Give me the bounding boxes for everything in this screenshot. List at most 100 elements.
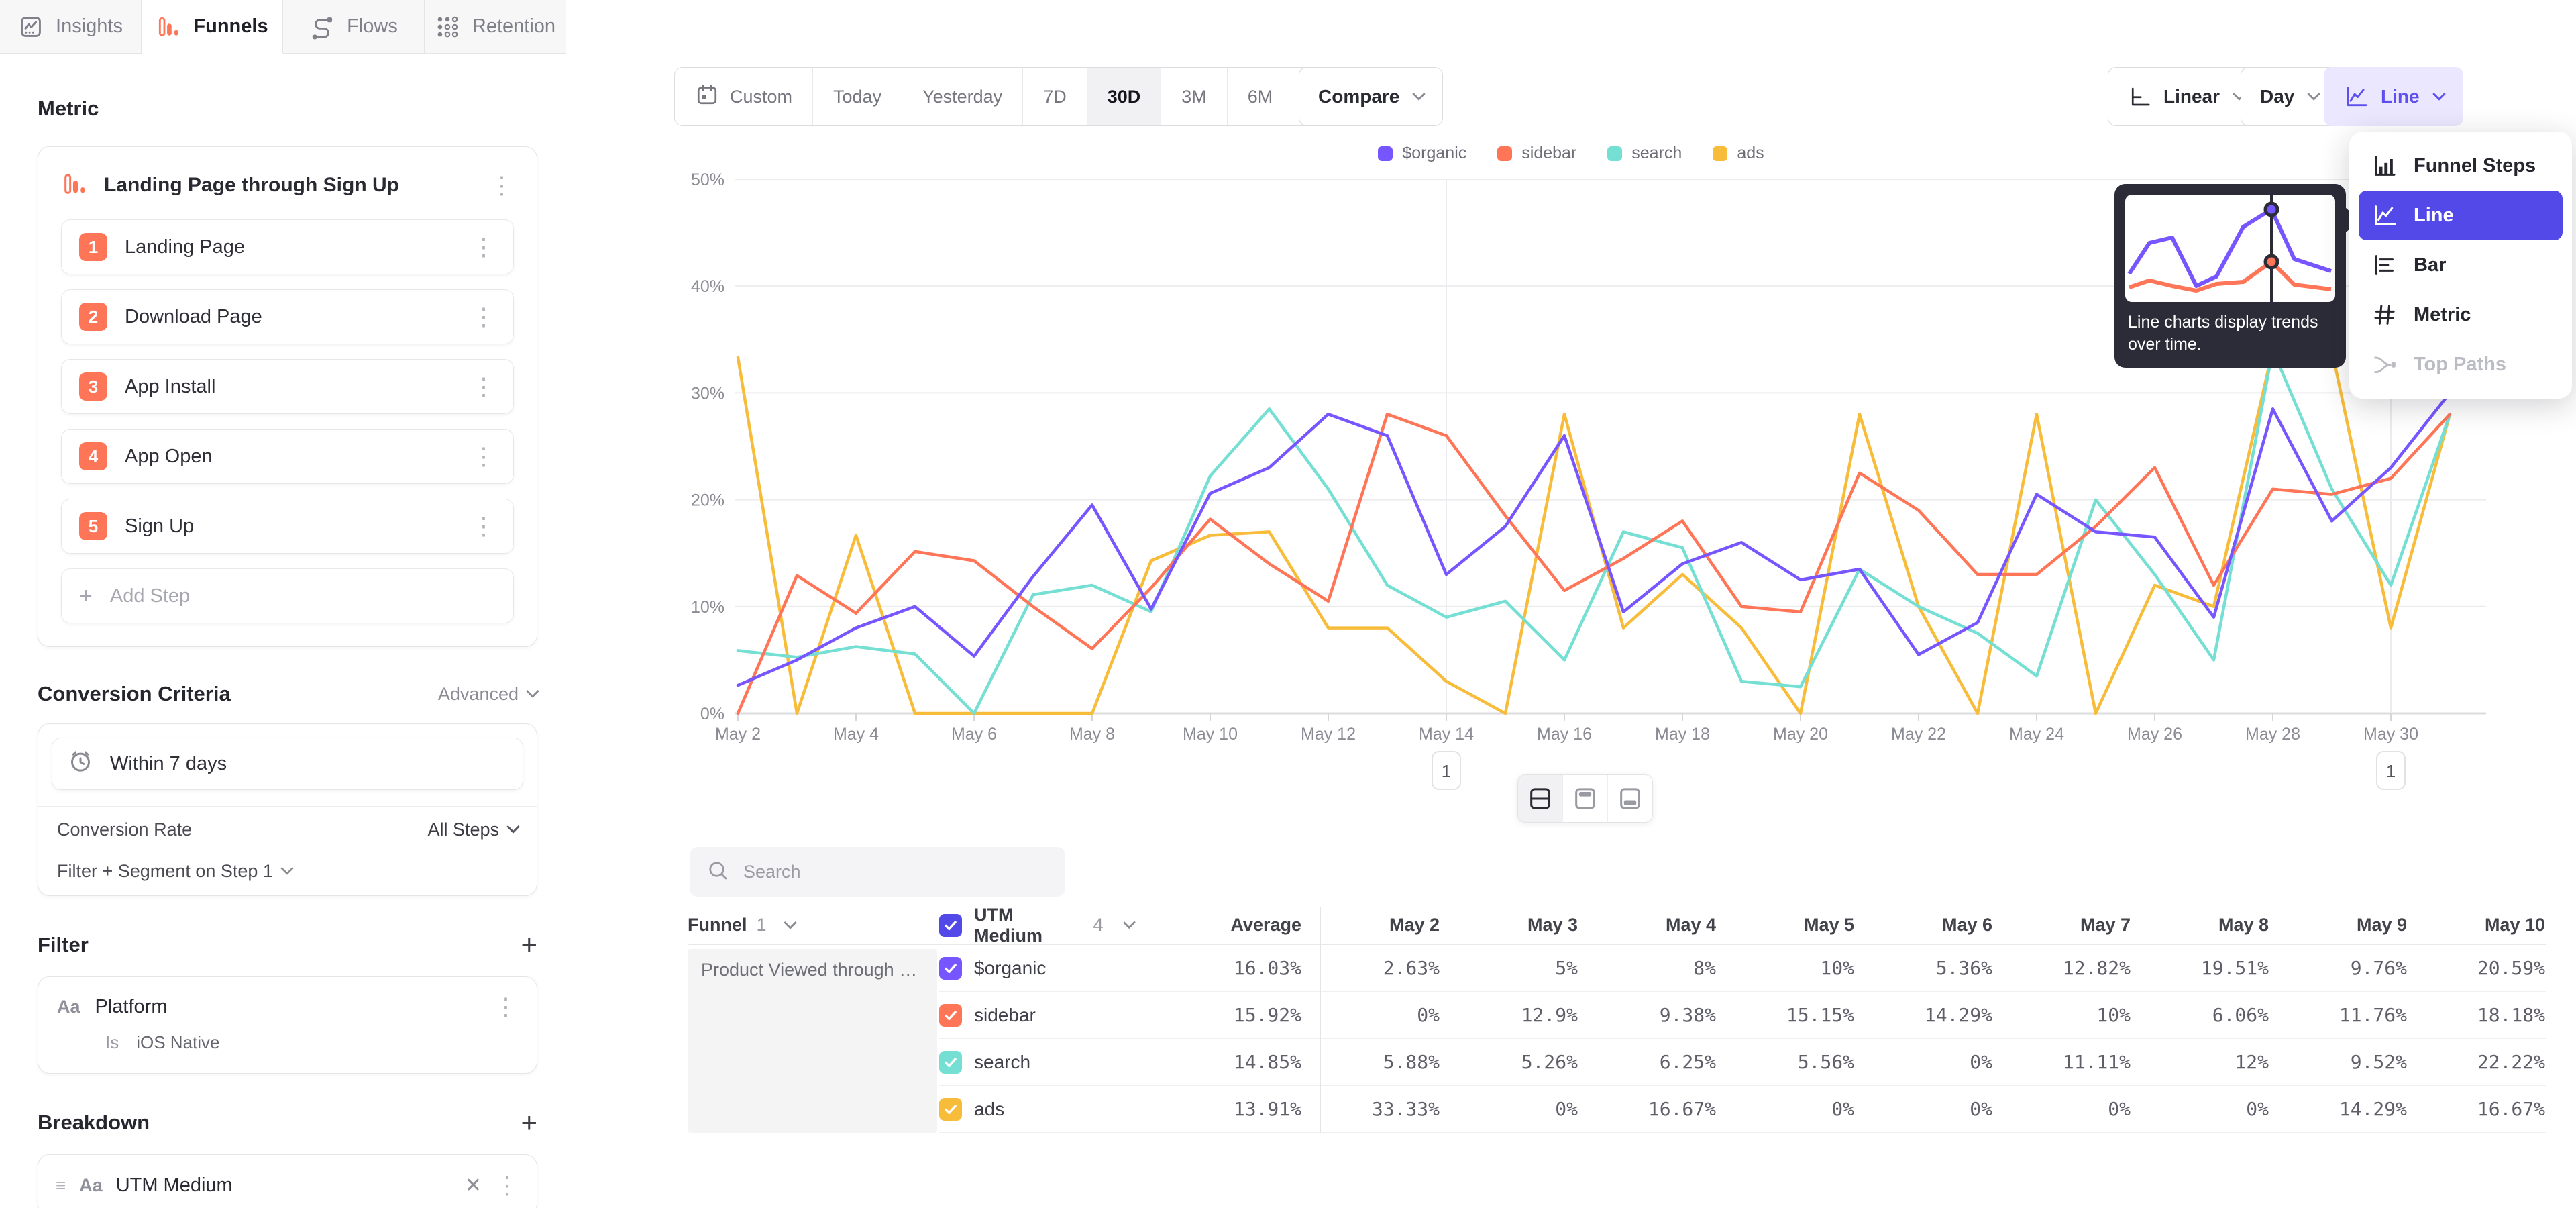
clock-icon (67, 748, 94, 780)
step-kebab-icon[interactable]: ⋮ (472, 305, 496, 329)
add-step-button[interactable]: + Add Step (61, 568, 514, 623)
range-3m[interactable]: 3M (1161, 68, 1228, 125)
value-columns: AverageMay 2May 3May 4May 5May 6May 7May… (1134, 915, 2545, 936)
select-all-checkbox[interactable] (939, 914, 962, 937)
column-header-may-7[interactable]: May 7 (1992, 915, 2131, 936)
filter-kebab-icon[interactable]: ⋮ (494, 995, 518, 1019)
filter-heading-row: Filter + (38, 931, 537, 959)
step-kebab-icon[interactable]: ⋮ (472, 514, 496, 538)
filter-condition[interactable]: Is iOS Native (57, 1032, 518, 1053)
step-label: Landing Page (125, 236, 454, 258)
breakdown-heading-row: Breakdown + (38, 1109, 537, 1137)
range-today[interactable]: Today (813, 68, 902, 125)
step-landing-page[interactable]: 1Landing Page⋮ (61, 219, 514, 274)
add-breakdown-button[interactable]: + (521, 1109, 537, 1137)
legend-item-organic[interactable]: $organic (1378, 144, 1466, 163)
menu-item-line[interactable]: Line (2359, 191, 2563, 240)
legend-item-sidebar[interactable]: sidebar (1497, 144, 1576, 163)
tab-flows[interactable]: Flows (283, 0, 425, 54)
remove-breakdown-icon[interactable]: ✕ (465, 1174, 482, 1197)
column-header-average[interactable]: Average (1134, 915, 1301, 936)
advanced-dropdown[interactable]: Advanced (438, 684, 537, 705)
divider (38, 806, 537, 807)
step-app-open[interactable]: 4App Open⋮ (61, 429, 514, 484)
svg-text:May 10: May 10 (1183, 725, 1238, 744)
conversion-rate-value: All Steps (427, 819, 499, 840)
filter-property[interactable]: Platform (95, 996, 479, 1018)
range-label: Today (833, 87, 881, 107)
line-chart-icon (2343, 84, 2369, 109)
step-kebab-icon[interactable]: ⋮ (472, 235, 496, 259)
chart-type-dropdown[interactable]: Line (2324, 67, 2463, 126)
svg-text:1: 1 (2386, 761, 2396, 781)
date-range-group: CustomTodayYesterday7D30D3M6M12M (674, 67, 1370, 126)
step-download-page[interactable]: 2Download Page⋮ (61, 289, 514, 344)
step-sign-up[interactable]: 5Sign Up⋮ (61, 499, 514, 554)
chart-type-menu: Funnel Steps Line BarMetric Top Paths (2349, 132, 2572, 399)
breakdown-column-dropdown[interactable]: UTM Medium 4 (939, 905, 1134, 946)
breakdown-property[interactable]: UTM Medium (116, 1174, 451, 1197)
range-yesterday[interactable]: Yesterday (902, 68, 1023, 125)
step-label: Sign Up (125, 515, 454, 538)
column-header-may-8[interactable]: May 8 (2131, 915, 2269, 936)
svg-text:40%: 40% (691, 277, 724, 296)
layout-split-h-button[interactable] (1518, 775, 1563, 822)
legend-item-ads[interactable]: ads (1713, 144, 1764, 163)
add-filter-button[interactable]: + (521, 931, 537, 959)
table-row-sidebar: sidebar15.92%0%12.9%9.38%15.15%14.29%10%… (939, 992, 2546, 1039)
svg-text:May 4: May 4 (833, 725, 879, 744)
range-7d[interactable]: 7D (1023, 68, 1087, 125)
svg-text:May 22: May 22 (1891, 725, 1946, 744)
svg-text:0%: 0% (700, 705, 724, 723)
menu-item-label: Top Paths (2414, 354, 2506, 376)
row-checkbox[interactable] (939, 1098, 962, 1121)
menu-item-metric[interactable]: Metric (2359, 290, 2563, 340)
cell-value: 6.06% (2131, 1004, 2269, 1026)
tooltip-text: Line charts display trends over time. (2125, 302, 2335, 362)
menu-item-label: Line (2414, 205, 2454, 227)
conversion-card: Within 7 days Conversion Rate All Steps … (38, 723, 537, 896)
linear-axis-icon (2127, 85, 2151, 109)
tab-funnels[interactable]: Funnels (142, 0, 283, 54)
funnel-column-dropdown[interactable]: Funnel 1 (688, 915, 939, 936)
filter-segment-dropdown[interactable]: Filter + Segment on Step 1 (57, 861, 292, 882)
step-app-install[interactable]: 3App Install⋮ (61, 359, 514, 414)
layout-bottom-button[interactable] (1608, 775, 1652, 822)
tab-retention[interactable]: Retention (425, 0, 566, 54)
search-input[interactable] (742, 861, 1049, 883)
range-6m[interactable]: 6M (1228, 68, 1294, 125)
row-checkbox[interactable] (939, 957, 962, 980)
breakdown-kebab-icon[interactable]: ⋮ (495, 1173, 519, 1197)
column-header-may-10[interactable]: May 10 (2407, 915, 2545, 936)
table-row-group[interactable]: Product Viewed through P... (688, 949, 937, 1133)
column-header-may-3[interactable]: May 3 (1440, 915, 1578, 936)
column-header-may-9[interactable]: May 9 (2269, 915, 2407, 936)
compare-button[interactable]: Compare (1299, 67, 1443, 126)
menu-item-funnel-steps[interactable]: Funnel Steps (2359, 141, 2563, 191)
column-header-may-2[interactable]: May 2 (1301, 915, 1440, 936)
svg-text:May 8: May 8 (1069, 725, 1115, 744)
string-property-icon: Aa (79, 1175, 103, 1196)
step-kebab-icon[interactable]: ⋮ (472, 374, 496, 399)
layout-header-button[interactable] (1563, 775, 1608, 822)
column-header-may-4[interactable]: May 4 (1578, 915, 1716, 936)
conversion-rate-dropdown[interactable]: All Steps (427, 819, 518, 840)
drag-handle-icon[interactable]: ≡ (56, 1175, 66, 1196)
row-checkbox[interactable] (939, 1051, 962, 1074)
range-30d[interactable]: 30D (1087, 68, 1162, 125)
menu-item-bar[interactable]: Bar (2359, 240, 2563, 290)
calendar-icon (695, 83, 719, 111)
metric-kebab-icon[interactable]: ⋮ (490, 173, 514, 197)
metric-header[interactable]: Landing Page through Sign Up ⋮ (61, 166, 514, 205)
line-chart-tooltip: Line charts display trends over time. (2114, 184, 2346, 368)
step-kebab-icon[interactable]: ⋮ (472, 444, 496, 468)
cell-value: 10% (1716, 957, 1854, 979)
row-label: $organic (974, 958, 1046, 979)
column-header-may-5[interactable]: May 5 (1716, 915, 1854, 936)
legend-item-search[interactable]: search (1607, 144, 1682, 163)
conversion-window[interactable]: Within 7 days (52, 738, 523, 790)
tab-insights[interactable]: Insights (0, 0, 142, 54)
column-header-may-6[interactable]: May 6 (1854, 915, 1992, 936)
row-checkbox[interactable] (939, 1004, 962, 1027)
range-custom[interactable]: Custom (675, 68, 813, 125)
